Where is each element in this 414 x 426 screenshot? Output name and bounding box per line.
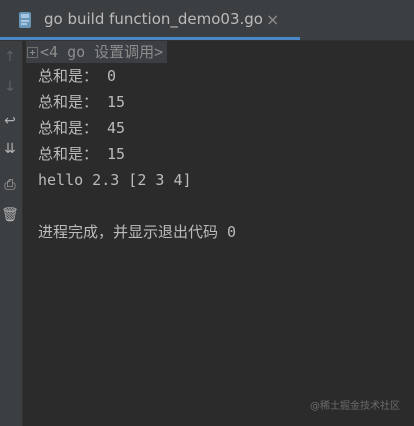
console-toolbar: ↑ ↓ ↩ ⇊ ⎙ 🗑 [0, 41, 23, 426]
run-tab-title: go build function_demo03.go [44, 10, 263, 28]
scroll-to-end-icon[interactable]: ⇊ [1, 139, 19, 159]
expand-icon[interactable] [27, 46, 38, 58]
close-icon[interactable]: × [266, 10, 279, 29]
watermark: @稀土掘金技术社区 [310, 401, 400, 412]
output-line: 总和是： 45 [38, 119, 126, 137]
go-file-icon [19, 12, 31, 28]
soft-wrap-icon[interactable]: ↩ [1, 111, 19, 131]
output-line: 总和是： 15 [38, 145, 126, 163]
console-output[interactable]: <4 go 设置调用> 总和是： 0 总和是： 15 总和是： 45 总和是： … [26, 41, 414, 426]
output-line: hello 2.3 [2 3 4] [38, 171, 192, 189]
scroll-down-icon[interactable]: ↓ [1, 77, 19, 97]
folded-header[interactable]: <4 go 设置调用> [26, 41, 168, 63]
output-line: 总和是： 0 [38, 67, 117, 85]
folded-header-text: <4 go 设置调用> [40, 43, 164, 61]
editor-tab-bar: go build function_demo03.go × [0, 0, 414, 41]
active-tab-indicator [0, 37, 300, 40]
print-icon[interactable]: ⎙ [1, 175, 19, 195]
run-tab[interactable]: go build function_demo03.go × [0, 0, 300, 40]
trash-icon[interactable]: 🗑 [1, 205, 19, 225]
output-line: 总和是： 15 [38, 93, 126, 111]
exit-code-line: 进程完成，并显示退出代码 0 [38, 223, 237, 241]
rerun-up-icon[interactable]: ↑ [1, 47, 19, 67]
